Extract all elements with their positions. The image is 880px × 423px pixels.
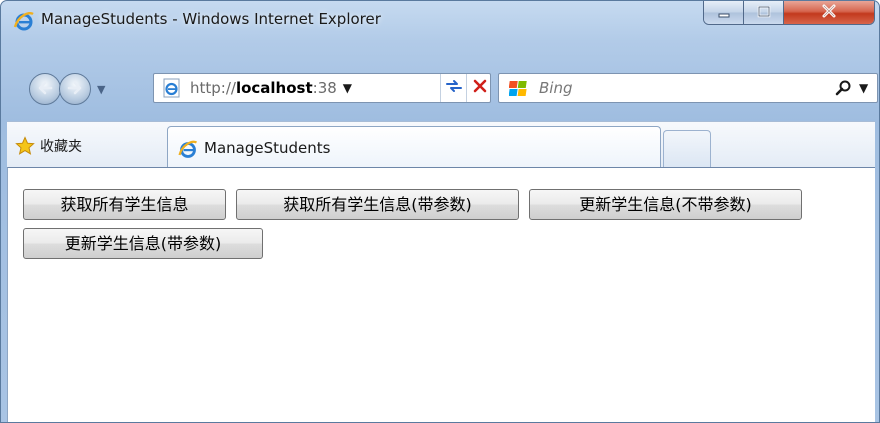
search-icon[interactable] xyxy=(835,79,853,97)
address-dropdown-icon[interactable]: ▼ xyxy=(343,81,352,95)
page-ie-icon xyxy=(162,78,182,98)
close-button[interactable] xyxy=(784,1,874,24)
stop-icon xyxy=(473,78,487,98)
tab-managestudents[interactable]: ManageStudents xyxy=(167,126,661,168)
back-button[interactable] xyxy=(29,73,61,105)
bing-icon xyxy=(508,79,529,99)
close-icon xyxy=(821,3,837,22)
back-arrow-icon xyxy=(37,80,53,99)
favorites-label[interactable]: 收藏夹 xyxy=(40,136,82,156)
minimize-button[interactable] xyxy=(704,1,744,24)
address-url[interactable]: http://localhost:38 xyxy=(190,79,337,97)
address-prefix: http:// xyxy=(190,79,236,97)
search-dropdown-icon[interactable]: ▼ xyxy=(859,81,868,95)
caption-buttons xyxy=(703,1,875,25)
window-title: ManageStudents - Windows Internet Explor… xyxy=(41,10,381,28)
tab-ie-icon xyxy=(178,139,198,159)
favorites-bar: 收藏夹 ManageStudents xyxy=(7,121,875,168)
navigation-bar: ▼ http://localhost:38 ▼ Bing ▼ xyxy=(1,63,879,107)
page-content: 获取所有学生信息 获取所有学生信息(带参数) 更新学生信息(不带参数) 更新学生… xyxy=(7,167,875,422)
refresh-icon xyxy=(445,79,463,97)
favorites-star-icon[interactable] xyxy=(15,136,35,156)
browser-window: ManageStudents - Windows Internet Explor… xyxy=(0,0,880,423)
update-student-with-params-button[interactable]: 更新学生信息(带参数) xyxy=(23,228,263,259)
refresh-button[interactable] xyxy=(440,74,466,102)
address-host: localhost xyxy=(235,79,313,97)
search-box[interactable]: Bing ▼ xyxy=(498,73,878,103)
tab-label: ManageStudents xyxy=(204,139,331,157)
address-bar[interactable]: http://localhost:38 ▼ xyxy=(153,73,491,103)
address-suffix: :38 xyxy=(312,79,337,97)
forward-arrow-icon xyxy=(67,80,83,99)
search-placeholder: Bing xyxy=(539,79,573,97)
minimize-icon xyxy=(717,3,731,22)
forward-button[interactable] xyxy=(59,73,91,105)
new-tab-button[interactable] xyxy=(663,130,711,168)
maximize-icon xyxy=(757,3,771,22)
get-all-students-button[interactable]: 获取所有学生信息 xyxy=(23,189,226,220)
get-all-students-with-params-button[interactable]: 获取所有学生信息(带参数) xyxy=(236,189,519,220)
stop-button[interactable] xyxy=(466,74,492,102)
history-dropdown-icon[interactable]: ▼ xyxy=(97,83,105,96)
maximize-button[interactable] xyxy=(744,1,784,24)
update-student-no-params-button[interactable]: 更新学生信息(不带参数) xyxy=(529,189,802,220)
ie-logo-icon xyxy=(13,10,35,32)
title-bar[interactable]: ManageStudents - Windows Internet Explor… xyxy=(1,1,879,41)
